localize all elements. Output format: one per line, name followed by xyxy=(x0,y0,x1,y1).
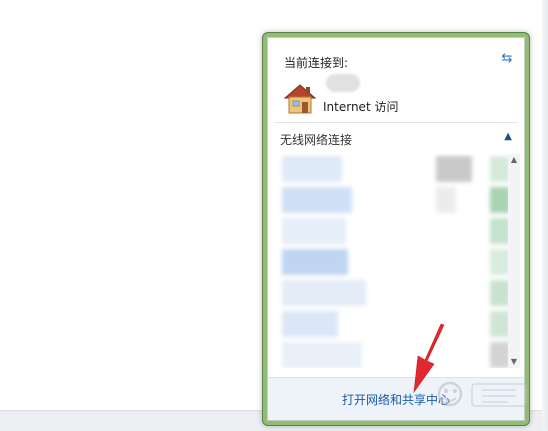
house-icon xyxy=(283,84,317,114)
network-row[interactable] xyxy=(276,185,518,215)
wireless-section-title: 无线网络连接 xyxy=(280,133,353,147)
scroll-up-icon[interactable]: ▲ xyxy=(508,154,520,166)
network-row[interactable] xyxy=(276,309,518,339)
network-row[interactable] xyxy=(276,247,518,277)
connection-access-label: Internet 访问 xyxy=(323,100,399,114)
network-row[interactable] xyxy=(276,216,518,246)
network-row[interactable] xyxy=(276,278,518,308)
network-row[interactable] xyxy=(276,340,518,368)
scroll-down-icon[interactable]: ▼ xyxy=(508,356,520,368)
scrollbar[interactable]: ▲ ▼ xyxy=(508,154,520,368)
wireless-network-list xyxy=(276,154,518,368)
watermark-icon xyxy=(437,381,527,407)
chevron-up-icon[interactable]: ▲ xyxy=(504,131,512,142)
obscured-network-list xyxy=(276,154,518,368)
wireless-section-header[interactable]: 无线网络连接 ▲ xyxy=(274,128,514,150)
network-name-obscured xyxy=(326,74,360,92)
flyout-panel: 当前连接到: ⇆ Internet 访问 无线网络连接 ▲ ▲ ▼ 打开网络和共… xyxy=(267,37,525,421)
divider xyxy=(274,122,518,123)
screen-edge xyxy=(542,0,548,430)
current-connection-label: 当前连接到: xyxy=(284,56,349,70)
network-row[interactable] xyxy=(276,154,518,184)
network-flyout: 当前连接到: ⇆ Internet 访问 无线网络连接 ▲ ▲ ▼ 打开网络和共… xyxy=(262,32,530,426)
refresh-icon[interactable]: ⇆ xyxy=(498,50,516,68)
